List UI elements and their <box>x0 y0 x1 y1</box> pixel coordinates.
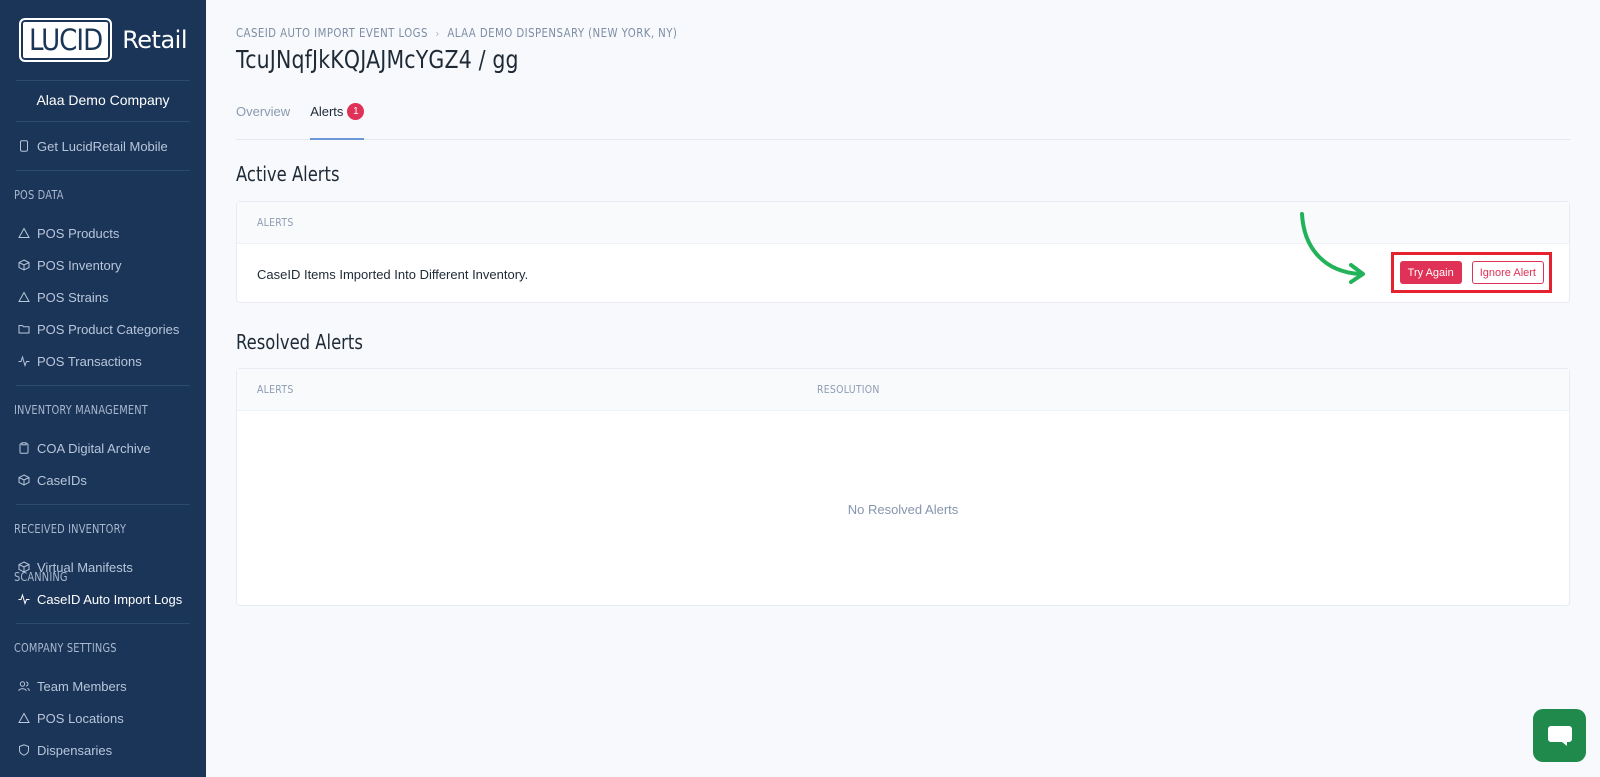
tab-overview[interactable]: Overview <box>236 98 290 140</box>
chat-button[interactable] <box>1533 709 1586 762</box>
sidebar-item-label: POS Transactions <box>37 353 142 369</box>
sidebar-item-label: COA Digital Archive <box>37 440 151 456</box>
sidebar-item-label: POS Product Categories <box>37 321 180 337</box>
section-label-received-inventory-scanning: RECEIVED INVENTORY SCANNING <box>13 522 127 584</box>
annotation-arrow-icon <box>1300 212 1365 284</box>
company-name[interactable]: Alaa Demo Company <box>0 81 206 121</box>
try-again-button[interactable]: Try Again <box>1399 261 1462 284</box>
triangle-icon <box>18 291 30 303</box>
sidebar-item-team-members[interactable]: Team Members <box>0 670 206 702</box>
column-header-alerts: ALERTS <box>257 216 294 229</box>
resolved-alerts-title: Resolved Alerts <box>236 330 363 354</box>
tab-label: Overview <box>236 104 291 119</box>
resolved-alerts-table: ALERTS RESOLUTION No Resolved Alerts <box>236 368 1570 606</box>
ignore-alert-button[interactable]: Ignore Alert <box>1471 261 1544 284</box>
box-icon <box>18 474 30 486</box>
breadcrumb: CASEID AUTO IMPORT EVENT LOGS › ALAA DEM… <box>236 26 677 40</box>
tabs: Overview Alerts 1 <box>236 98 1570 140</box>
sidebar-item-mobile[interactable]: Get LucidRetail Mobile <box>0 130 206 162</box>
phone-icon <box>18 140 30 152</box>
sidebar-item-label: POS Strains <box>37 289 109 305</box>
tab-alerts[interactable]: Alerts 1 <box>310 98 365 140</box>
page-title: TcuJNqfJkKQJAJMcYGZ4 / gg <box>236 45 519 74</box>
sidebar-item-pos-products[interactable]: POS Products <box>0 217 206 249</box>
users-icon <box>18 680 30 692</box>
sidebar-item-label: Dispensaries <box>37 742 113 758</box>
logo-text: Retail <box>122 26 188 54</box>
logo-mark: LUCID <box>18 18 113 62</box>
tab-label: Alerts <box>310 104 344 119</box>
sidebar-item-dispensaries[interactable]: Dispensaries <box>0 734 206 766</box>
sidebar-item-label: Get LucidRetail Mobile <box>37 138 168 154</box>
alerts-count-badge: 1 <box>347 103 365 120</box>
triangle-icon <box>18 712 30 724</box>
section-label-pos-data: POS DATA <box>13 188 64 202</box>
breadcrumb-current: ALAA DEMO DISPENSARY (NEW YORK, NY) <box>447 26 678 40</box>
sidebar-item-pos-transactions[interactable]: POS Transactions <box>0 345 206 377</box>
shield-icon <box>18 744 30 756</box>
sidebar: LUCID Retail Alaa Demo Company Get Lucid… <box>0 0 206 777</box>
logo[interactable]: LUCID Retail <box>0 0 206 80</box>
folder-icon <box>18 323 30 335</box>
section-label-company-settings: COMPANY SETTINGS <box>13 641 117 655</box>
active-alerts-title: Active Alerts <box>236 162 340 186</box>
breadcrumb-link-logs[interactable]: CASEID AUTO IMPORT EVENT LOGS <box>236 26 428 40</box>
box-icon <box>18 259 30 271</box>
alert-text: CaseID Items Imported Into Different Inv… <box>257 266 529 282</box>
main-content: CASEID AUTO IMPORT EVENT LOGS › ALAA DEM… <box>206 0 1600 777</box>
sidebar-item-caseids[interactable]: CaseIDs <box>0 464 206 496</box>
table-header: ALERTS RESOLUTION <box>237 369 1569 411</box>
empty-state-text: No Resolved Alerts <box>847 501 959 517</box>
column-header-alerts: ALERTS <box>257 383 294 396</box>
sidebar-item-label: CaseIDs <box>37 472 87 488</box>
sidebar-item-pos-inventory[interactable]: POS Inventory <box>0 249 206 281</box>
highlight-box: Try Again Ignore Alert <box>1390 252 1552 293</box>
chat-icon <box>1547 725 1572 746</box>
activity-icon <box>18 355 30 367</box>
sidebar-item-pos-strains[interactable]: POS Strains <box>0 281 206 313</box>
sidebar-item-label: POS Products <box>37 225 120 241</box>
sidebar-item-label: POS Inventory <box>37 257 122 273</box>
sidebar-item-pos-product-categories[interactable]: POS Product Categories <box>0 313 206 345</box>
section-label-inventory-management: INVENTORY MANAGEMENT <box>13 403 148 417</box>
triangle-icon <box>18 227 30 239</box>
sidebar-item-label: Team Members <box>37 678 127 694</box>
column-header-resolution: RESOLUTION <box>817 383 880 396</box>
clipboard-icon <box>18 442 30 454</box>
logo-mark-text: LUCID <box>28 23 103 57</box>
sidebar-item-label: POS Locations <box>37 710 124 726</box>
chevron-right-icon: › <box>435 26 440 40</box>
sidebar-item-coa-digital-archive[interactable]: COA Digital Archive <box>0 432 206 464</box>
sidebar-item-pos-locations[interactable]: POS Locations <box>0 702 206 734</box>
